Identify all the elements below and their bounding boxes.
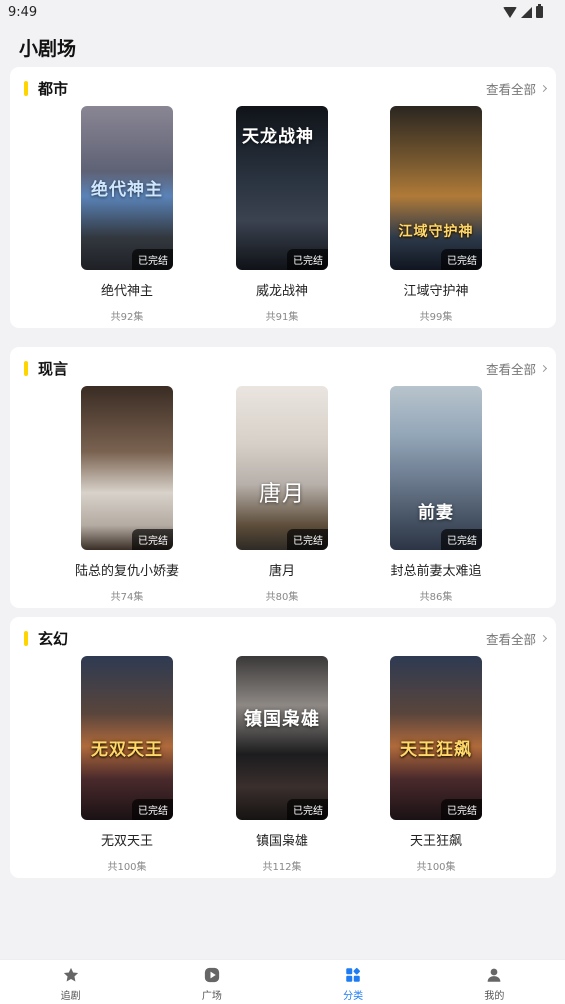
view-all-label: 查看全部 [485,361,536,377]
poster-title: 唐月 [258,482,305,508]
section-dushi: 都市 查看全部 绝代神主 已完结 绝代神主 共92集 天龙战神 已完结 威龙战神… [10,67,556,328]
drama-card[interactable]: 唐月 已完结 唐月 共80集 [236,386,328,603]
drama-poster[interactable]: 镇国枭雄 已完结 [236,656,328,820]
section-title: 都市 [38,79,69,98]
category-icon [346,968,361,982]
section-title: 玄幻 [38,629,69,648]
drama-card[interactable]: 前妻 已完结 封总前妻太难追 共86集 [390,386,482,603]
drama-title[interactable]: 唐月 [222,560,342,579]
bottom-tab-bar: 追剧 广场 分类 我的 [0,959,565,1004]
drama-card[interactable]: 天王狂飙 已完结 天王狂飙 共100集 [390,656,482,873]
poster-title: 江域守护神 [398,223,474,240]
status-bar: 9:49 [0,0,565,24]
view-all-button[interactable]: 查看全部 [485,629,548,648]
wifi-icon [503,6,517,18]
tab-label: 我的 [484,991,505,1002]
tab-fenlei[interactable]: 分类 [283,960,424,1004]
drama-title[interactable]: 绝代神主 [67,280,187,299]
episode-count: 共91集 [265,312,299,323]
episode-count: 共80集 [265,592,299,603]
completed-badge: 已完结 [441,799,482,820]
poster-title: 镇国枭雄 [244,709,320,731]
drama-poster[interactable]: 已完结 [81,386,173,550]
chevron-right-icon [539,364,548,372]
section-accent-bar [24,360,28,376]
episode-count: 共99集 [419,312,453,323]
completed-badge: 已完结 [132,249,173,270]
section-header: 玄幻 查看全部 [24,629,548,648]
completed-badge: 已完结 [287,529,328,550]
chevron-right-icon [539,84,548,92]
status-icons [503,4,543,18]
drama-title[interactable]: 封总前妻太难追 [376,560,496,579]
section-title: 现言 [38,359,69,378]
poster-title: 天王狂飙 [400,739,472,760]
episode-count: 共112集 [262,862,302,873]
drama-title[interactable]: 威龙战神 [222,280,342,299]
episode-count: 共100集 [416,862,456,873]
play-icon [204,967,219,983]
episode-count: 共86集 [419,592,453,603]
section-xianyan: 现言 查看全部 已完结 陆总的复仇小娇妻 共74集 唐月 已完结 唐月 共80集 [10,347,556,608]
view-all-label: 查看全部 [485,631,536,647]
battery-icon [536,4,543,18]
completed-badge: 已完结 [132,529,173,550]
page-title: 小剧场 [19,38,77,60]
drama-poster[interactable]: 江域守护神 已完结 [390,106,482,270]
tab-wode[interactable]: 我的 [424,960,565,1004]
poster-title: 绝代神主 [91,179,163,200]
tab-label: 广场 [201,991,222,1002]
drama-card[interactable]: 江域守护神 已完结 江域守护神 共99集 [390,106,482,323]
completed-badge: 已完结 [441,529,482,550]
star-icon [63,967,78,982]
episode-count: 共74集 [110,592,144,603]
section-accent-bar [24,630,28,646]
chevron-right-icon [539,634,548,642]
signal-icon [521,6,532,18]
tab-guangchang[interactable]: 广场 [141,960,282,1004]
view-all-button[interactable]: 查看全部 [485,79,548,98]
poster-title: 无双天王 [91,739,163,760]
episode-count: 共92集 [110,312,144,323]
drama-title[interactable]: 陆总的复仇小娇妻 [67,560,187,579]
drama-poster[interactable]: 唐月 已完结 [236,386,328,550]
drama-card[interactable]: 已完结 陆总的复仇小娇妻 共74集 [75,386,179,603]
drama-card[interactable]: 绝代神主 已完结 绝代神主 共92集 [81,106,173,323]
drama-poster[interactable]: 无双天王 已完结 [81,656,173,820]
poster-title: 天龙战神 [242,127,314,148]
drama-title[interactable]: 无双天王 [67,830,187,849]
drama-title[interactable]: 镇国枭雄 [222,830,342,849]
view-all-label: 查看全部 [485,81,536,97]
drama-card[interactable]: 无双天王 已完结 无双天王 共100集 [81,656,173,873]
tab-label: 追剧 [60,991,81,1002]
section-xuanhuan: 玄幻 查看全部 无双天王 已完结 无双天王 共100集 镇国枭雄 已完结 镇国枭… [10,617,556,878]
episode-count: 共100集 [107,862,147,873]
drama-title[interactable]: 天王狂飙 [376,830,496,849]
poster-title: 前妻 [418,502,454,523]
status-time: 9:49 [8,4,38,20]
view-all-button[interactable]: 查看全部 [485,359,548,378]
completed-badge: 已完结 [132,799,173,820]
drama-title[interactable]: 江域守护神 [376,280,496,299]
section-header: 都市 查看全部 [24,79,548,98]
completed-badge: 已完结 [287,249,328,270]
drama-poster[interactable]: 前妻 已完结 [390,386,482,550]
completed-badge: 已完结 [441,249,482,270]
drama-poster[interactable]: 天王狂飙 已完结 [390,656,482,820]
completed-badge: 已完结 [287,799,328,820]
tab-label: 分类 [343,991,364,1002]
section-accent-bar [24,80,28,96]
section-header: 现言 查看全部 [24,359,548,378]
drama-card[interactable]: 镇国枭雄 已完结 镇国枭雄 共112集 [236,656,328,873]
drama-card[interactable]: 天龙战神 已完结 威龙战神 共91集 [236,106,328,323]
user-icon [488,968,501,982]
drama-poster[interactable]: 天龙战神 已完结 [236,106,328,270]
drama-poster[interactable]: 绝代神主 已完结 [81,106,173,270]
tab-zhuiju[interactable]: 追剧 [0,960,141,1004]
